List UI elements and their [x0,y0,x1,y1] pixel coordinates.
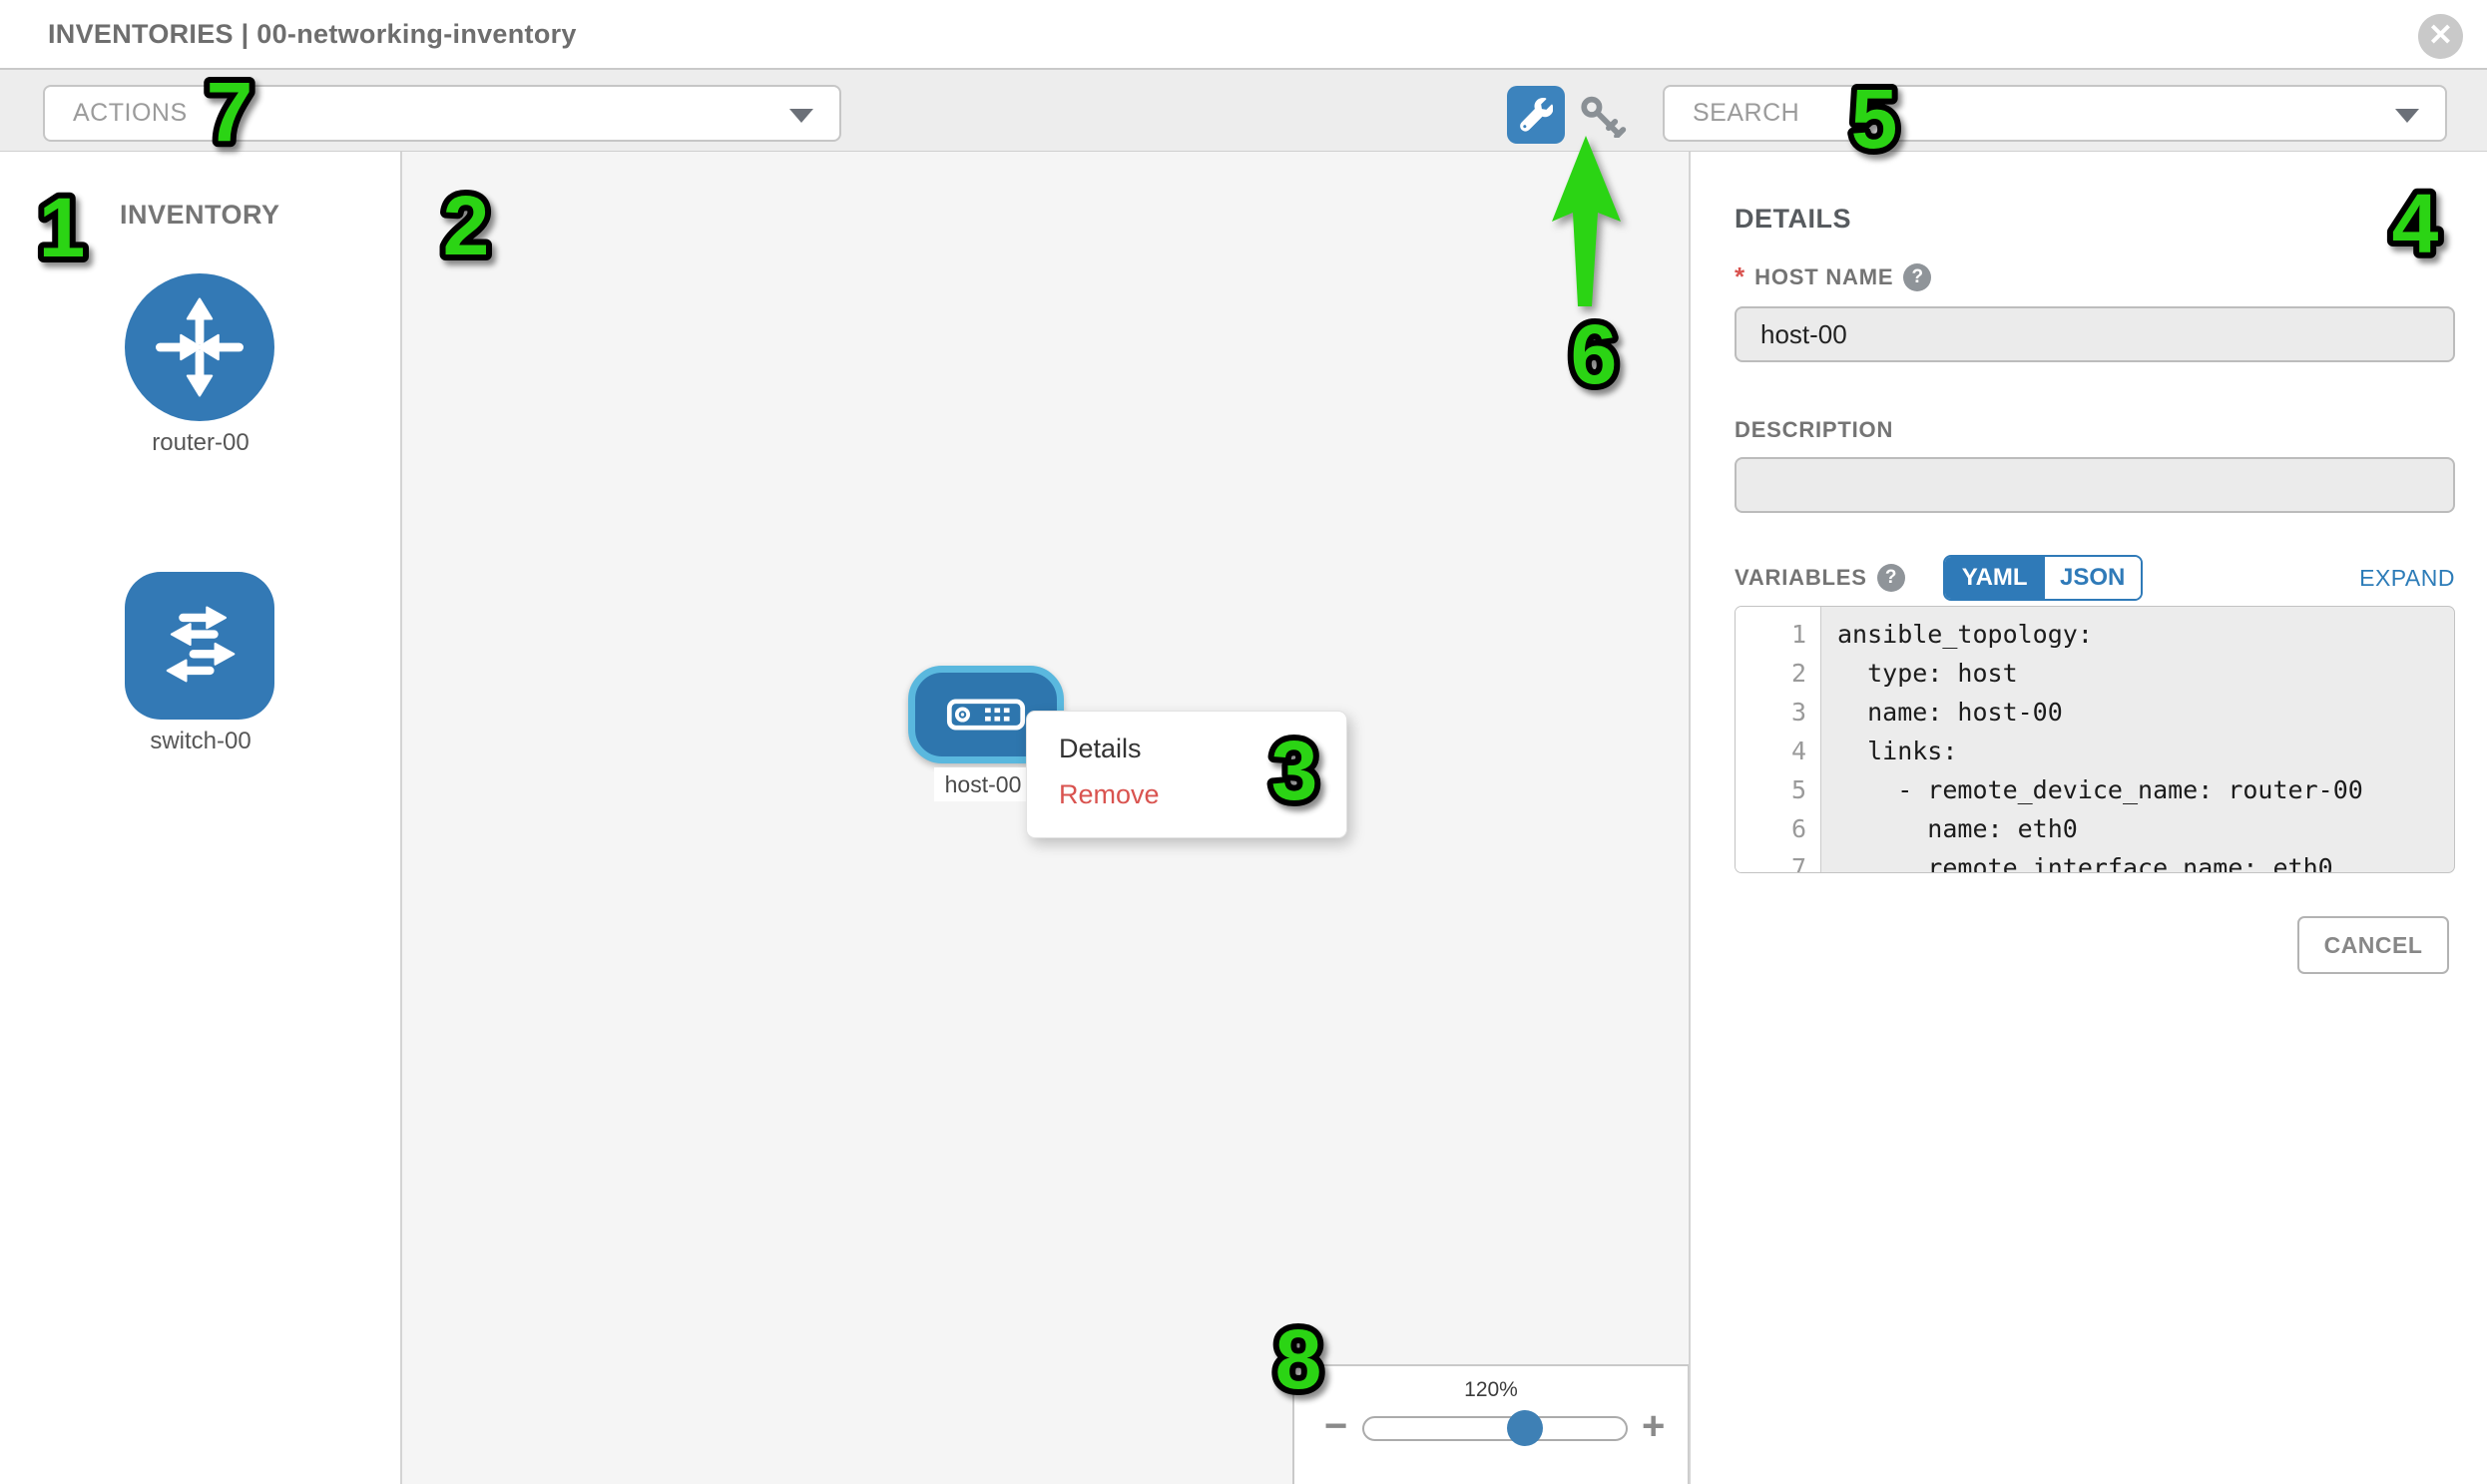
zoom-out-button[interactable]: − [1324,1406,1347,1446]
json-toggle-button[interactable]: JSON [2045,557,2141,599]
variables-row: VARIABLES ? YAML JSON EXPAND [1735,555,2455,601]
editor-line-numbers: 1234567 [1736,607,1821,872]
actions-dropdown-label: ACTIONS [45,99,188,128]
search-dropdown[interactable]: SEARCH [1663,85,2447,142]
configure-button[interactable] [1507,86,1565,144]
editor-code-line: type: host [1837,654,2454,693]
zoom-slider-track[interactable] [1362,1416,1628,1441]
editor-code-line: ansible_topology: [1837,615,2454,654]
cancel-button[interactable]: CANCEL [2297,916,2449,974]
palette-item-router[interactable]: router-00 [125,273,276,457]
editor-line-number: 6 [1736,809,1806,848]
zoom-control: 120% − + [1292,1364,1689,1484]
editor-code-line: name: eth0 [1837,809,2454,848]
context-menu: Details Remove [1026,711,1347,838]
editor-line-number: 7 [1736,848,1806,873]
sidebar-title: INVENTORY [120,200,280,231]
menu-item-remove[interactable]: Remove [1059,774,1346,820]
router-icon [125,273,274,421]
yaml-toggle-button[interactable]: YAML [1945,557,2045,599]
app-window: INVENTORIES | 00-networking-inventory ✕ … [0,0,2487,1484]
inventory-sidebar: INVENTORY router-00 [0,152,402,1484]
toolbar: ACTIONS SEARCH [0,70,2487,152]
key-icon [1579,96,1629,138]
format-toggle: YAML JSON [1943,555,2143,601]
editor-line-number: 4 [1736,732,1806,770]
details-panel-title: DETAILS [1735,204,1851,235]
host-name-label-row: * HOST NAME ? [1735,261,1931,292]
chevron-down-icon [2395,109,2419,123]
host-node-label: host-00 [934,767,1032,801]
editor-code-line: - remote_device_name: router-00 [1837,770,2454,809]
editor-line-number: 1 [1736,615,1806,654]
editor-code-line: name: host-00 [1837,693,2454,732]
help-icon[interactable]: ? [1877,564,1905,592]
host-name-label: HOST NAME [1754,264,1893,290]
description-label-row: DESCRIPTION [1735,417,1893,443]
menu-item-details[interactable]: Details [1059,729,1346,774]
host-name-input[interactable]: host-00 [1735,306,2455,362]
required-marker: * [1735,261,1744,292]
switch-icon [125,572,274,720]
close-icon[interactable]: ✕ [2418,14,2463,59]
chevron-down-icon [789,109,813,123]
editor-code-line: remote_interface_name: eth0 [1837,848,2454,873]
credentials-key-button[interactable] [1579,96,1629,138]
palette-item-label: router-00 [125,429,276,457]
topology-canvas[interactable]: host-00 Details Remove 120% − + [402,152,1689,1484]
editor-line-number: 3 [1736,693,1806,732]
details-panel: DETAILS * HOST NAME ? host-00 DESCRIPTIO… [1689,152,2487,1484]
editor-code-line: links: [1837,732,2454,770]
wrench-icon [1519,98,1553,132]
title-bar: INVENTORIES | 00-networking-inventory ✕ [0,0,2487,70]
actions-dropdown[interactable]: ACTIONS [43,85,841,142]
description-input[interactable] [1735,457,2455,513]
page-title: INVENTORIES | 00-networking-inventory [48,19,577,50]
search-dropdown-label: SEARCH [1665,99,1799,128]
palette-item-switch[interactable]: switch-00 [125,572,276,755]
editor-code[interactable]: ansible_topology: type: host name: host-… [1821,607,2454,872]
host-icon [944,699,1028,731]
description-label: DESCRIPTION [1735,417,1893,443]
variables-editor[interactable]: 1234567 ansible_topology: type: host nam… [1735,606,2455,873]
editor-line-number: 5 [1736,770,1806,809]
zoom-in-button[interactable]: + [1642,1406,1665,1446]
zoom-slider-handle[interactable] [1507,1410,1543,1446]
zoom-level-label: 120% [1294,1378,1688,1402]
expand-link[interactable]: EXPAND [2359,565,2455,592]
palette-item-label: switch-00 [125,728,276,755]
variables-label: VARIABLES [1735,565,1867,591]
help-icon[interactable]: ? [1903,263,1931,291]
editor-line-number: 2 [1736,654,1806,693]
